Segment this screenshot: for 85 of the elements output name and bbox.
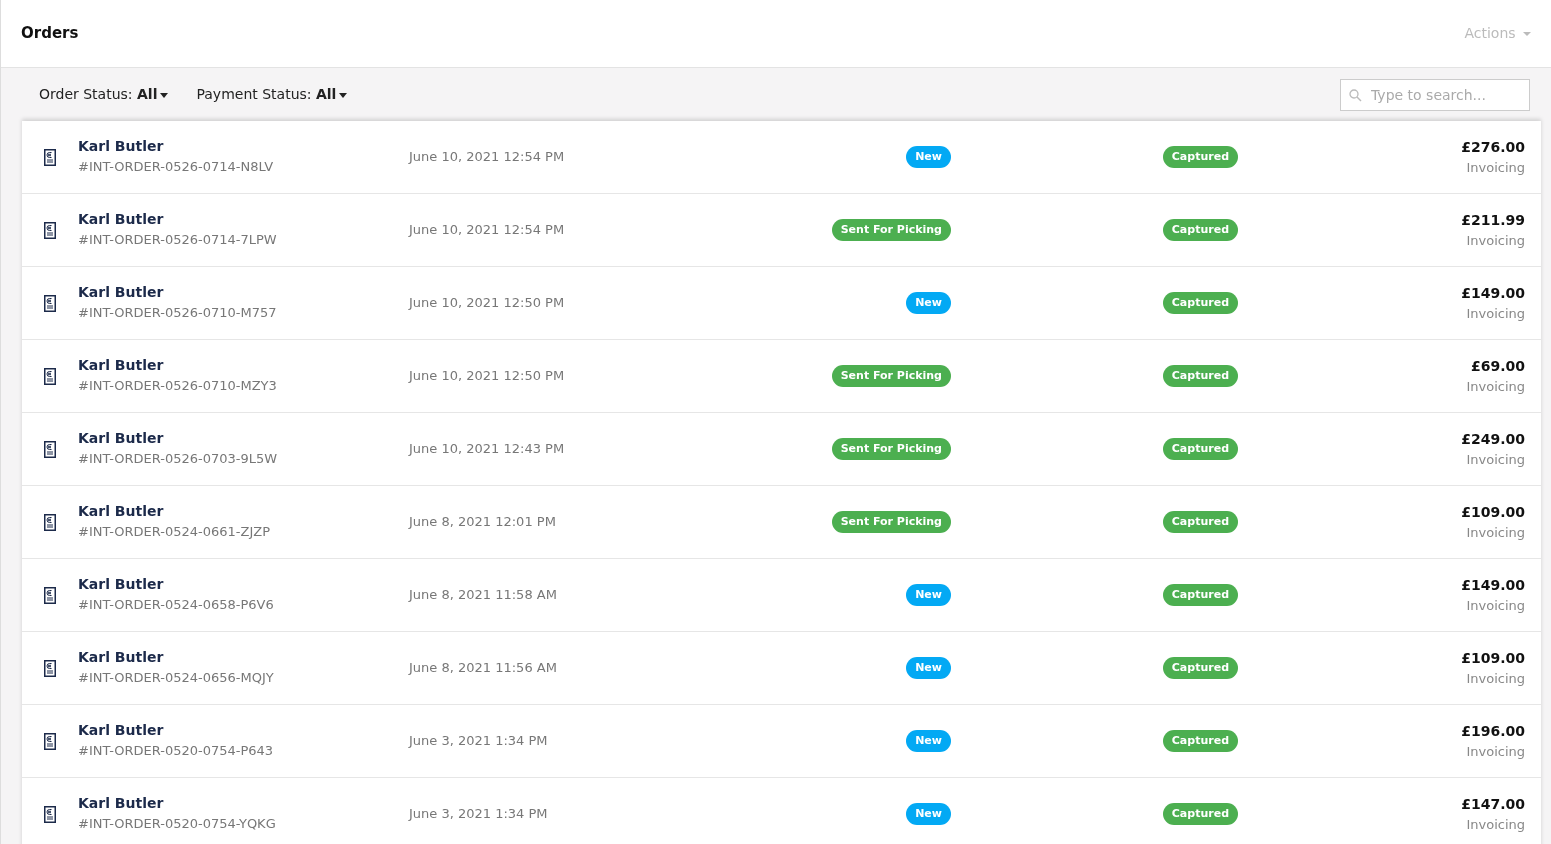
order-number: #INT-ORDER-0526-0710-MZY3 [78, 377, 278, 396]
payment-status-badge: Captured [1162, 218, 1238, 242]
order-stage: Invoicing [1465, 523, 1525, 542]
order-number: #INT-ORDER-0520-0754-YQKG [78, 815, 277, 834]
page-title: Orders [21, 23, 79, 45]
invoice-icon [44, 367, 56, 385]
search-icon [1349, 88, 1362, 102]
invoice-icon [44, 659, 56, 677]
order-amount: £109.00 [1460, 502, 1525, 522]
order-status-badge: Sent For Picking [831, 364, 951, 388]
order-amount: £149.00 [1460, 283, 1525, 303]
payment-status-badge: Captured [1162, 729, 1238, 753]
order-date: June 10, 2021 12:54 PM [409, 149, 565, 165]
payment-status-badge: Captured [1162, 364, 1238, 388]
order-amount: £211.99 [1460, 210, 1525, 230]
order-stage: Invoicing [1465, 231, 1525, 250]
order-stage: Invoicing [1465, 669, 1525, 688]
order-status-badge: Sent For Picking [831, 218, 951, 242]
order-status-badge: New [906, 729, 951, 753]
invoice-icon [44, 586, 56, 604]
order-number: #INT-ORDER-0524-0661-ZJZP [78, 523, 271, 542]
order-status-badge: New [906, 291, 951, 315]
order-date: June 3, 2021 1:34 PM [409, 806, 548, 822]
order-stage: Invoicing [1465, 815, 1525, 834]
order-amount: £69.00 [1469, 356, 1525, 376]
order-number: #INT-ORDER-0524-0656-MQJY [78, 669, 275, 688]
order-date: June 10, 2021 12:50 PM [409, 368, 565, 384]
invoice-icon [44, 805, 56, 823]
customer-name[interactable]: Karl Butler [78, 648, 409, 669]
order-stage: Invoicing [1465, 158, 1525, 177]
customer-name[interactable]: Karl Butler [78, 429, 409, 450]
order-amount: £196.00 [1460, 721, 1525, 741]
search-field[interactable]: Type to search... [1340, 78, 1530, 111]
order-stage: Invoicing [1465, 377, 1525, 396]
filter-dropdown[interactable]: Order Status: All [39, 84, 169, 105]
customer-name[interactable]: Karl Butler [78, 356, 409, 377]
order-stage: Invoicing [1465, 304, 1525, 323]
invoice-icon [44, 513, 56, 531]
payment-status-badge: Captured [1162, 145, 1238, 169]
customer-name[interactable]: Karl Butler [78, 502, 409, 523]
payment-status-badge: Captured [1162, 583, 1238, 607]
filter-dropdown[interactable]: Payment Status: All [196, 84, 348, 105]
order-status-badge: New [906, 802, 951, 826]
order-amount: £249.00 [1460, 429, 1525, 449]
order-stage: Invoicing [1465, 742, 1525, 761]
order-date: June 10, 2021 12:50 PM [409, 295, 565, 311]
order-date: June 10, 2021 12:43 PM [409, 441, 565, 457]
customer-name[interactable]: Karl Butler [78, 283, 409, 304]
invoice-icon [44, 440, 56, 458]
order-number: #INT-ORDER-0520-0754-P643 [78, 742, 275, 761]
order-number: #INT-ORDER-0526-0703-9L5W [78, 450, 279, 469]
order-status-badge: Sent For Picking [831, 510, 951, 534]
payment-status-badge: Captured [1162, 656, 1238, 680]
order-number: #INT-ORDER-0526-0714-7LPW [78, 231, 278, 250]
customer-name[interactable]: Karl Butler [78, 721, 409, 742]
order-amount: £149.00 [1460, 575, 1525, 595]
invoice-icon [44, 221, 56, 239]
customer-name[interactable]: Karl Butler [78, 575, 409, 596]
order-status-badge: Sent For Picking [831, 437, 951, 461]
order-number: #INT-ORDER-0526-0714-N8LV [78, 158, 275, 177]
order-date: June 8, 2021 11:56 AM [409, 660, 557, 676]
customer-name[interactable]: Karl Butler [78, 794, 409, 815]
payment-status-badge: Captured [1162, 510, 1238, 534]
payment-status-badge: Captured [1162, 802, 1238, 826]
order-stage: Invoicing [1465, 450, 1525, 469]
customer-name[interactable]: Karl Butler [78, 210, 409, 231]
order-status-badge: New [906, 656, 951, 680]
payment-status-badge: Captured [1162, 291, 1238, 315]
order-amount: £147.00 [1460, 794, 1525, 814]
payment-status-badge: Captured [1162, 437, 1238, 461]
order-status-badge: New [906, 145, 951, 169]
order-date: June 8, 2021 12:01 PM [409, 514, 556, 530]
order-amount: £109.00 [1460, 648, 1525, 668]
order-amount: £276.00 [1460, 137, 1525, 157]
order-status-badge: New [906, 583, 951, 607]
order-number: #INT-ORDER-0526-0710-M757 [78, 304, 278, 323]
invoice-icon [44, 732, 56, 750]
customer-name[interactable]: Karl Butler [78, 137, 409, 158]
invoice-icon [44, 148, 56, 166]
order-date: June 10, 2021 12:54 PM [409, 222, 565, 238]
order-stage: Invoicing [1465, 596, 1525, 615]
order-date: June 8, 2021 11:58 AM [409, 587, 557, 603]
order-number: #INT-ORDER-0524-0658-P6V6 [78, 596, 275, 615]
invoice-icon [44, 294, 56, 312]
order-date: June 3, 2021 1:34 PM [409, 733, 548, 749]
